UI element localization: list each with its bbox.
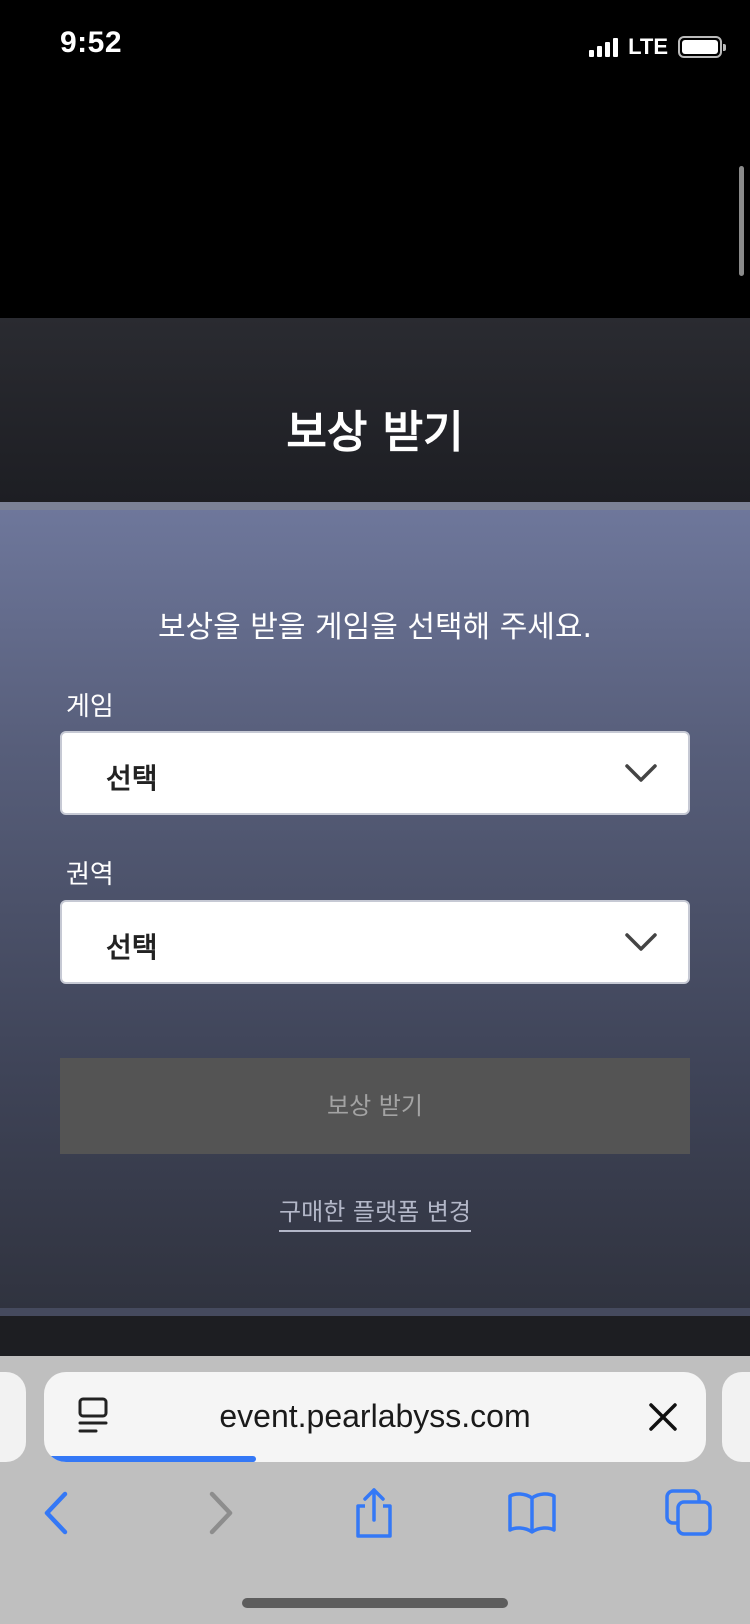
- game-select[interactable]: 선택: [60, 731, 690, 815]
- home-indicator[interactable]: [242, 1598, 508, 1608]
- change-platform-link[interactable]: 구매한 플랫폼 변경: [279, 1198, 471, 1232]
- claim-reward-button[interactable]: 보상 받기: [60, 1058, 690, 1154]
- bookmarks-icon[interactable]: [507, 1488, 557, 1538]
- forward-icon[interactable]: [194, 1488, 244, 1538]
- divider: [0, 1308, 750, 1316]
- battery-icon: [678, 36, 726, 58]
- page-top-blank: [0, 96, 750, 318]
- url-text: event.pearlabyss.com: [219, 1398, 531, 1434]
- page-title: 보상 받기: [286, 407, 464, 458]
- chevron-down-icon: [625, 764, 657, 782]
- signal-icon: [589, 37, 619, 57]
- tabs-icon[interactable]: [664, 1488, 714, 1538]
- region-label: 권역: [66, 860, 114, 890]
- footer-band: [0, 1316, 750, 1356]
- page-load-progress: [44, 1456, 256, 1462]
- game-select-value: 선택: [106, 762, 158, 795]
- next-tab-preview[interactable]: [722, 1372, 750, 1462]
- region-select-value: 선택: [106, 931, 158, 964]
- status-time: 9:52: [60, 26, 123, 59]
- status-indicators: LTE: [589, 32, 726, 62]
- back-icon[interactable]: [33, 1488, 83, 1538]
- instruction-text: 보상을 받을 게임을 선택해 주세요.: [157, 610, 593, 645]
- region-select[interactable]: 선택: [60, 900, 690, 984]
- change-platform-link-row: 구매한 플랫폼 변경: [0, 1192, 750, 1232]
- network-type: LTE: [628, 34, 668, 59]
- share-icon[interactable]: [349, 1488, 399, 1538]
- chevron-down-icon: [625, 933, 657, 951]
- game-label: 게임: [66, 692, 114, 722]
- divider: [0, 502, 750, 510]
- scroll-indicator[interactable]: [739, 166, 744, 276]
- close-icon[interactable]: [648, 1402, 678, 1432]
- status-bar: 9:52 LTE: [0, 0, 750, 96]
- address-bar[interactable]: event.pearlabyss.com: [44, 1372, 706, 1462]
- previous-tab-preview[interactable]: [0, 1372, 26, 1462]
